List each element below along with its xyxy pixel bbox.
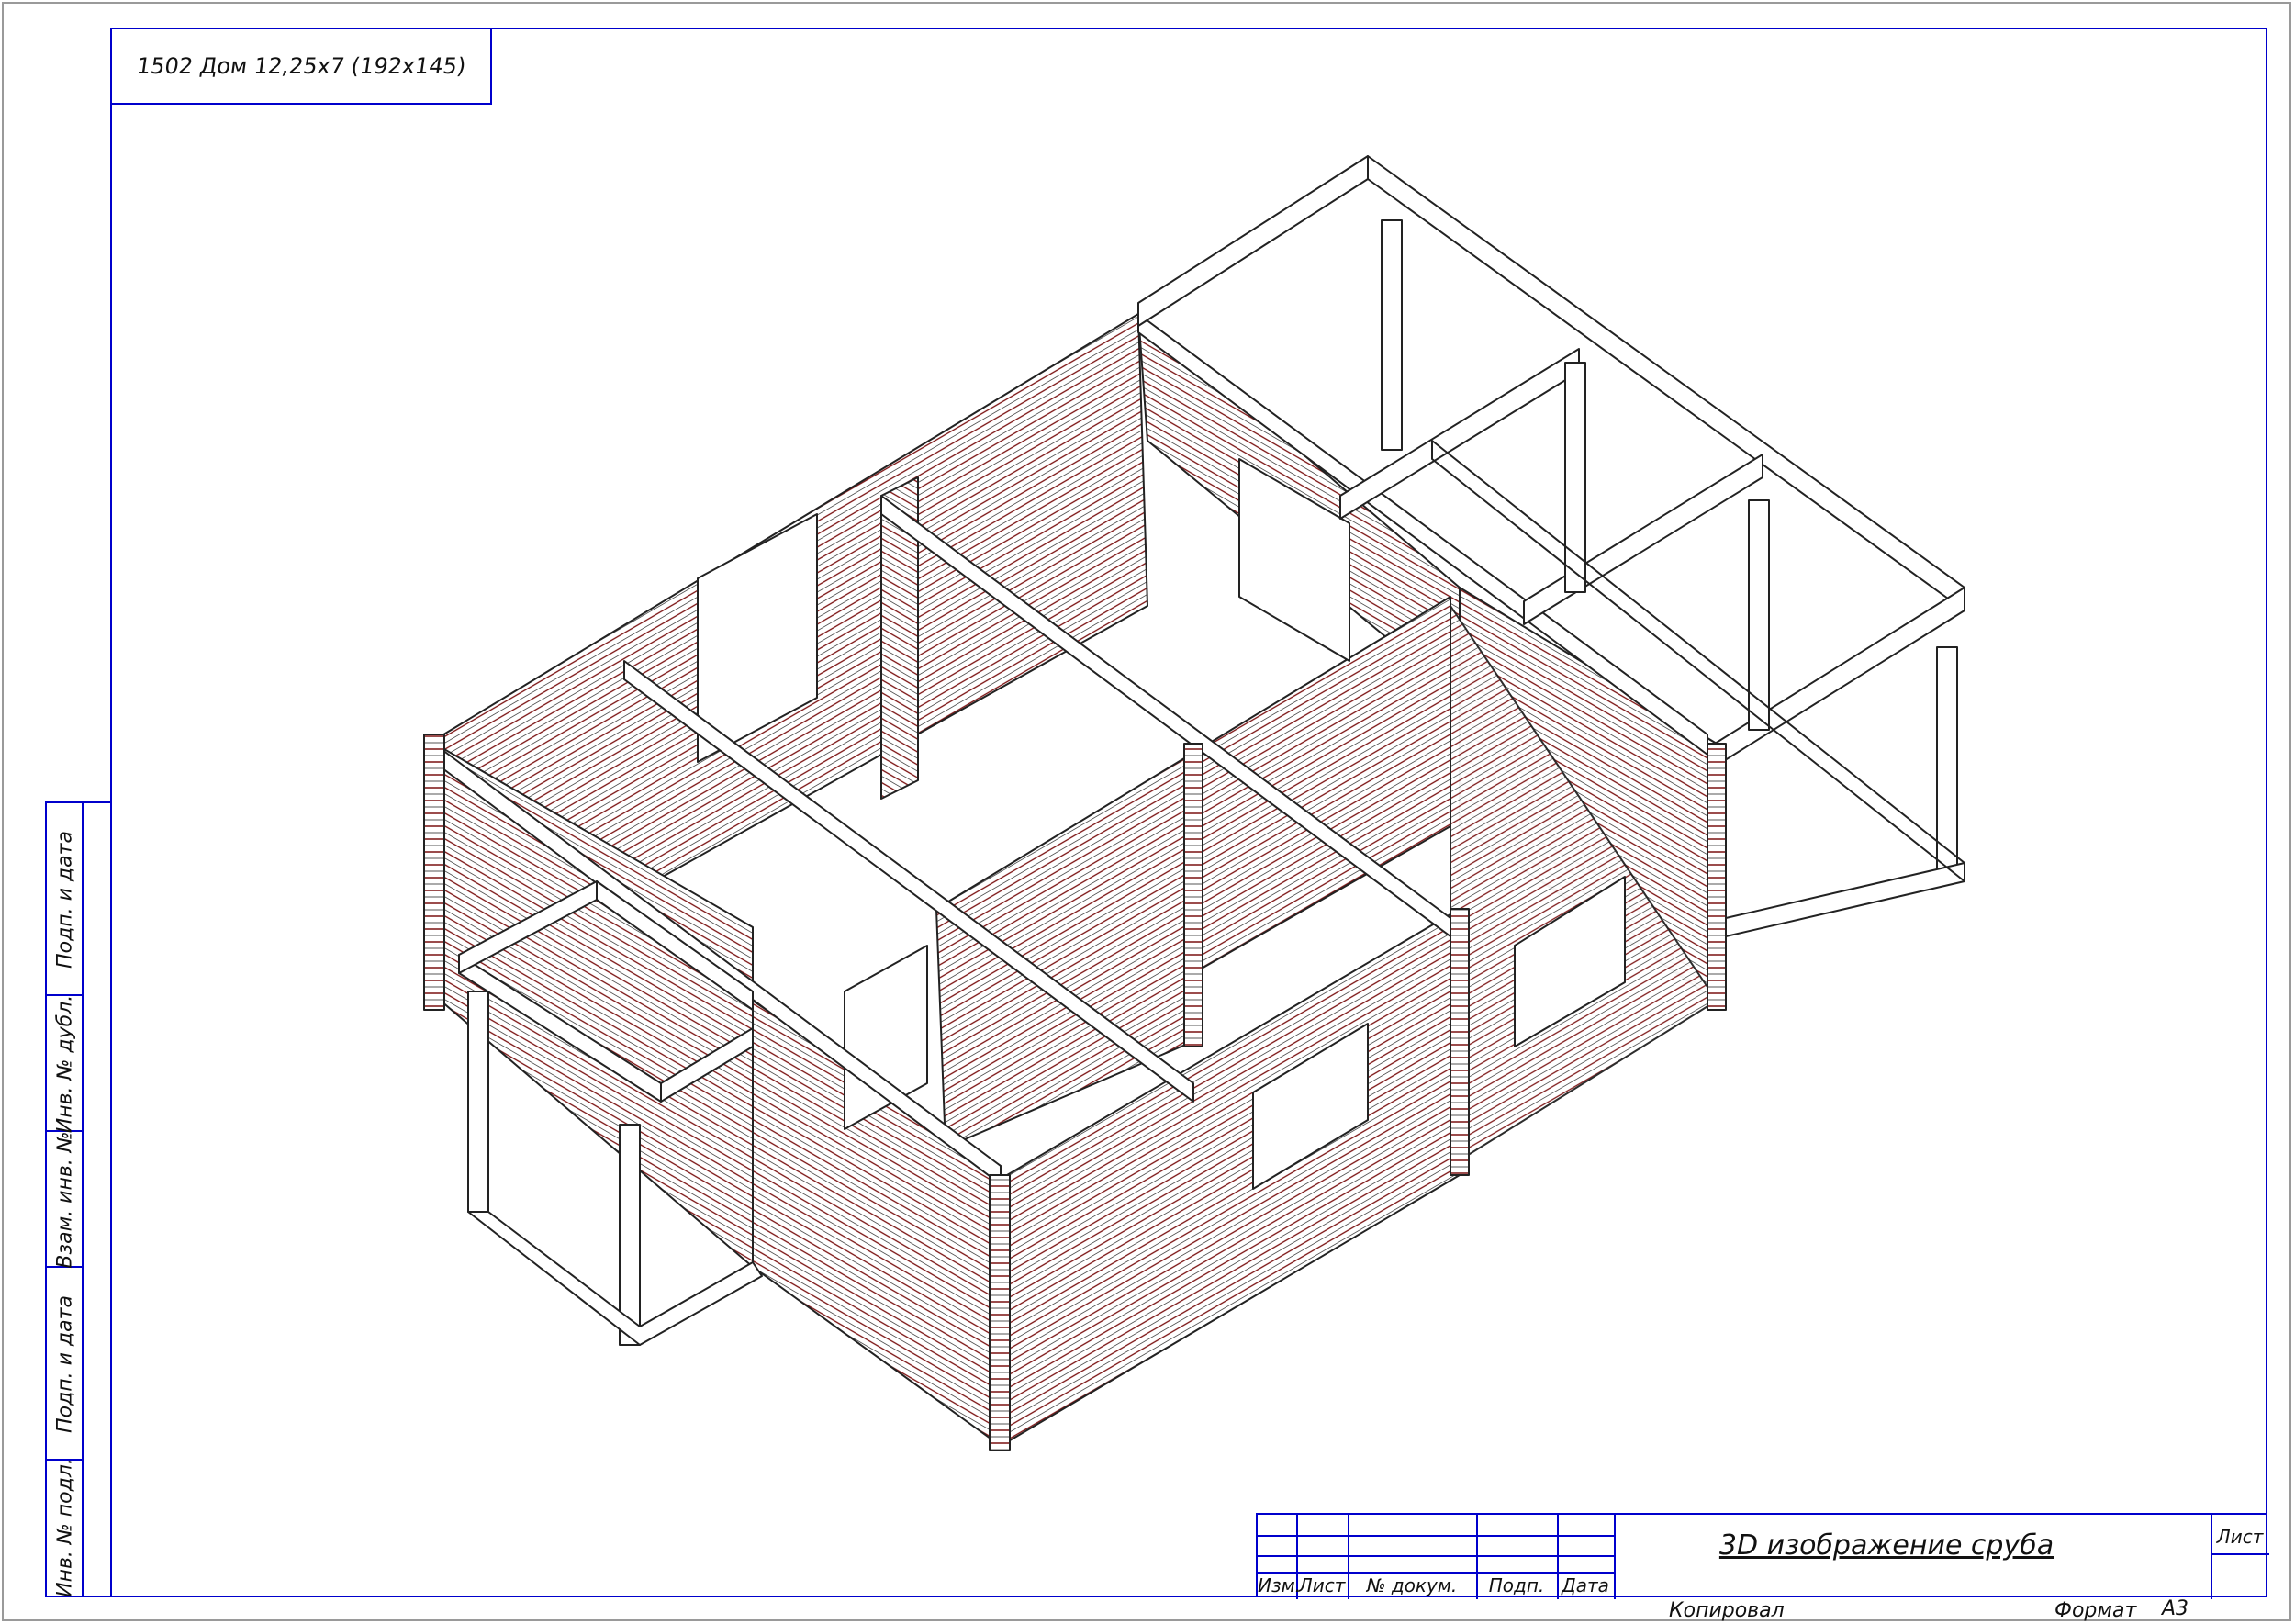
tb-col-list: Лист <box>1298 1574 1346 1596</box>
terrace-post-1 <box>1381 219 1403 451</box>
terrace-beam-mid <box>1339 348 1580 520</box>
corner-front-right <box>1450 908 1470 1176</box>
terrace-beam-front <box>1707 587 1965 772</box>
porch-post-1 <box>467 991 489 1213</box>
corner-mid <box>1183 743 1203 1047</box>
tb-row-sheet <box>2211 1553 2269 1555</box>
partition-2 <box>1192 596 1451 974</box>
format-label: Формат <box>2054 1599 2137 1622</box>
log-frame-3d-drawing <box>423 155 1965 1451</box>
terrace-post-2 <box>1564 362 1586 593</box>
terrace-post-4 <box>1936 646 1958 878</box>
copied-label: Копировал <box>1669 1599 1785 1622</box>
format-value: А3 <box>2162 1597 2189 1620</box>
sheet-label: Лист <box>2216 1526 2264 1548</box>
corner-front <box>989 1174 1011 1451</box>
tb-row-1 <box>1258 1535 1614 1537</box>
tb-col-doc: № докум. <box>1366 1574 1458 1596</box>
sheet-title: 3D изображение сруба <box>1718 1529 2054 1562</box>
title-block: Изм. Лист № докум. Подп. Дата 3D изображ… <box>1256 1513 2269 1599</box>
tb-col-sign: Подп. <box>1488 1574 1545 1596</box>
tb-row-2 <box>1258 1555 1614 1557</box>
corner-right <box>1707 743 1727 1011</box>
tb-divider-5 <box>1614 1515 1616 1599</box>
terrace-beam-long <box>1367 155 1965 611</box>
tb-col-izm: Изм. <box>1258 1574 1302 1596</box>
terrace-beam-back <box>1137 155 1369 327</box>
terrace-sill-1 <box>1725 862 1965 937</box>
tb-col-date: Дата <box>1562 1574 1609 1596</box>
terrace-beam-mid2 <box>1523 454 1763 625</box>
porch-post-2 <box>619 1124 641 1346</box>
corner-left <box>423 734 445 1011</box>
